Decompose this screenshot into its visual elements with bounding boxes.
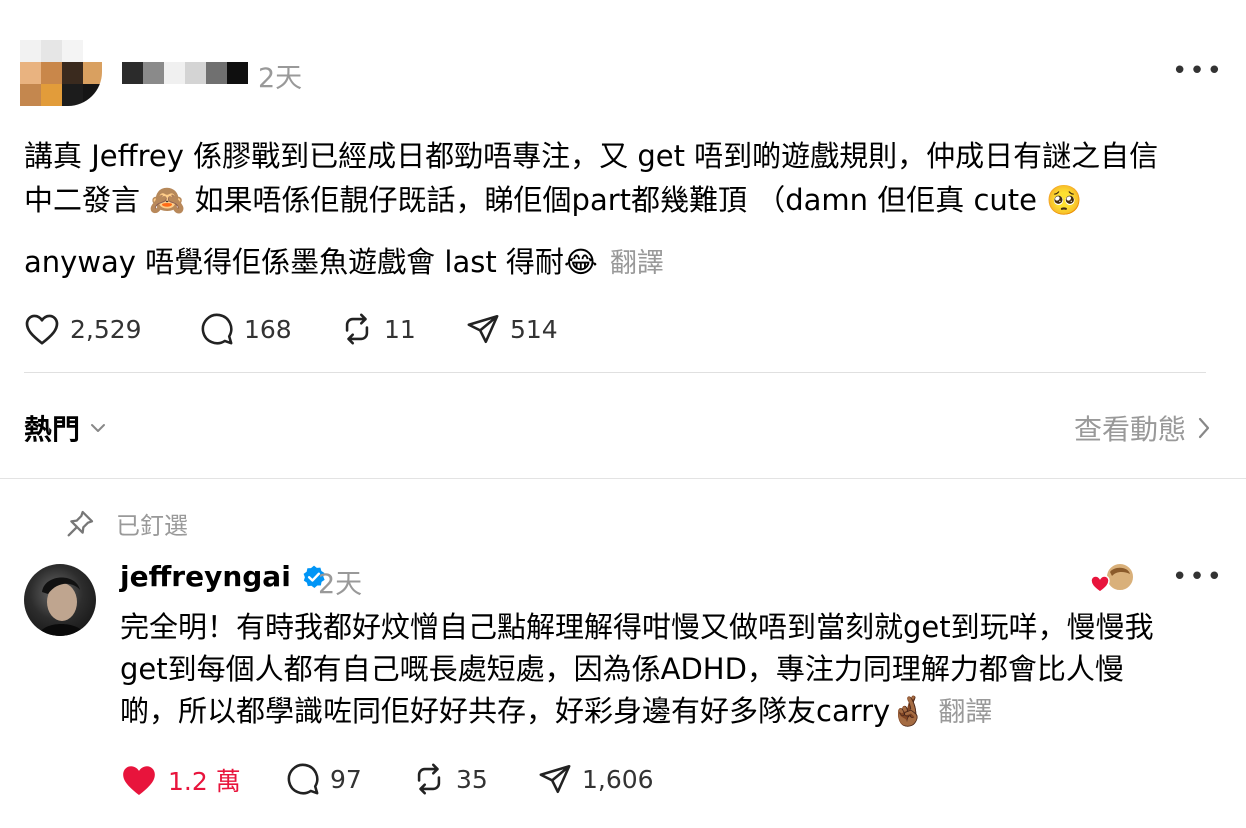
divider — [24, 372, 1206, 373]
share-icon — [539, 764, 571, 794]
comment-icon — [287, 763, 319, 795]
pin-icon — [67, 510, 94, 536]
reply-translate-link[interactable]: 翻譯 — [938, 697, 992, 728]
view-activity-link[interactable]: 查看動態 — [1074, 408, 1212, 448]
reply-repost-count: 35 — [456, 764, 488, 794]
translate-link[interactable]: 翻譯 — [610, 248, 664, 279]
repost-count: 11 — [384, 314, 416, 344]
like-button[interactable]: 2,529 — [24, 312, 142, 346]
pinned-indicator: 已釘選 — [64, 506, 188, 541]
liked-by-author-icon — [1090, 562, 1135, 593]
repost-icon — [417, 763, 441, 795]
reply-text-line-3-body: 啲，所以都學識咗同佢好好共存，好彩身邊有好多隊友carry🤞🏾 — [120, 694, 927, 728]
more-icon[interactable]: ••• — [1172, 58, 1224, 84]
sort-dropdown[interactable]: 熱門 — [24, 408, 108, 448]
reply-like-button[interactable]: 1.2 萬 — [120, 762, 241, 798]
share-count: 514 — [510, 314, 558, 344]
chevron-down-icon — [91, 424, 106, 432]
reply-repost-button[interactable]: 35 — [412, 762, 488, 796]
comment-icon — [201, 313, 233, 345]
view-activity-label: 查看動態 — [1073, 413, 1186, 446]
pinned-label: 已釘選 — [116, 512, 188, 540]
post-timestamp: 2天 — [258, 63, 303, 94]
reply-more-icon[interactable]: ••• — [1172, 564, 1224, 590]
author-name-pixelated[interactable] — [122, 62, 248, 84]
share-icon — [467, 314, 499, 344]
post-text-line-2: 中二發言 🙈 如果唔係佢靚仔既話，睇佢個part都幾難頂 （damn 但佢真 c… — [24, 183, 1083, 217]
repost-button[interactable]: 11 — [340, 312, 416, 346]
reply-text-line-3: 啲，所以都學識咗同佢好好共存，好彩身邊有好多隊友carry🤞🏾 翻譯 — [120, 690, 992, 734]
reply-like-count: 1.2 萬 — [168, 767, 241, 796]
reply-text-line-2: get到每個人都有自己嘅長處短處，因為係ADHD，專注力同理解力都會比人慢 — [120, 652, 1124, 686]
username[interactable]: jeffreyngai — [120, 560, 291, 593]
reply-share-count: 1,606 — [582, 764, 654, 794]
reply-text-line-1: 完全明！有時我都好炆憎自己點解理解得咁慢又做唔到當刻就get到玩咩，慢慢我 — [120, 610, 1154, 644]
sort-label: 熱門 — [24, 413, 81, 446]
reply-comment-count: 97 — [330, 764, 362, 794]
comment-count: 168 — [244, 314, 292, 344]
reply-author-avatar[interactable] — [24, 564, 96, 636]
chevron-right-icon — [1198, 417, 1210, 439]
reply-author[interactable]: jeffreyngai — [120, 560, 327, 593]
heart-icon — [25, 314, 59, 345]
reply-share-button[interactable]: 1,606 — [538, 762, 654, 796]
post-text-line-1: 講真 Jeffrey 係膠戰到已經成日都勁唔專注，又 get 唔到啲遊戲規則，仲… — [24, 139, 1159, 173]
comment-button[interactable]: 168 — [200, 312, 292, 346]
like-count: 2,529 — [70, 314, 142, 344]
post-text-line-3: anyway 唔覺得佢係墨魚遊戲會 last 得耐😂 翻譯 — [24, 240, 664, 286]
reply-timestamp: 2天 — [318, 569, 363, 600]
author-avatar-pixelated[interactable] — [20, 40, 102, 106]
liked-by-author-badge — [1090, 562, 1136, 596]
reply-comment-button[interactable]: 97 — [286, 762, 362, 796]
post-text-line-3-body: anyway 唔覺得佢係墨魚遊戲會 last 得耐😂 — [24, 245, 598, 279]
repost-icon — [345, 313, 369, 345]
avatar-portrait — [38, 577, 86, 636]
heart-filled-icon — [123, 766, 155, 796]
divider — [0, 478, 1246, 479]
share-button[interactable]: 514 — [466, 312, 558, 346]
